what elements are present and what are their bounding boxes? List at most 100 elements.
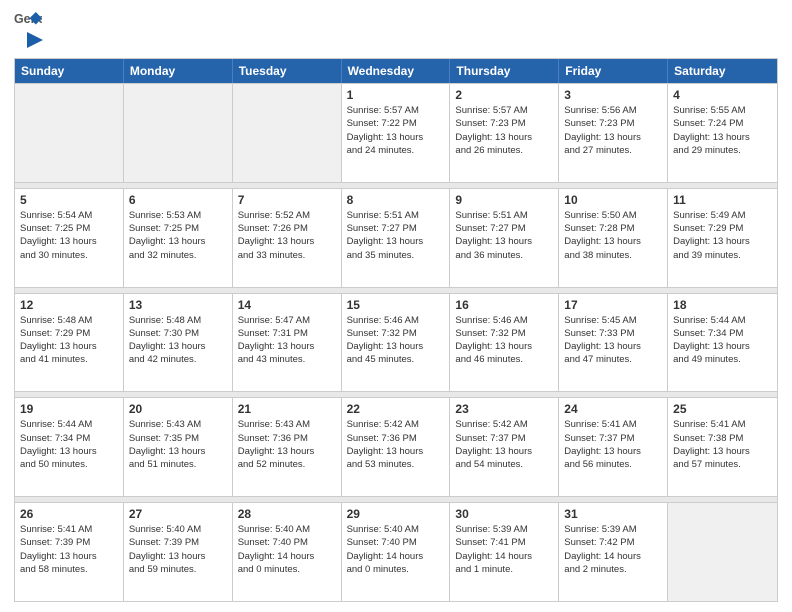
cell-line: Daylight: 13 hours [673, 445, 772, 458]
cell-line: Sunrise: 5:56 AM [564, 104, 662, 117]
day-number: 11 [673, 193, 772, 207]
day-number: 2 [455, 88, 553, 102]
calendar-cell: 26Sunrise: 5:41 AMSunset: 7:39 PMDayligh… [15, 503, 124, 601]
calendar-cell: 28Sunrise: 5:40 AMSunset: 7:40 PMDayligh… [233, 503, 342, 601]
cell-line: Daylight: 13 hours [673, 235, 772, 248]
cell-line: Sunset: 7:39 PM [20, 536, 118, 549]
calendar-header: SundayMondayTuesdayWednesdayThursdayFrid… [15, 59, 777, 83]
cell-details: Sunrise: 5:53 AMSunset: 7:25 PMDaylight:… [129, 209, 227, 262]
day-number: 30 [455, 507, 553, 521]
calendar-cell: 15Sunrise: 5:46 AMSunset: 7:32 PMDayligh… [342, 294, 451, 392]
cell-line: Sunrise: 5:40 AM [347, 523, 445, 536]
cell-line: Sunset: 7:27 PM [455, 222, 553, 235]
cell-details: Sunrise: 5:49 AMSunset: 7:29 PMDaylight:… [673, 209, 772, 262]
cell-details: Sunrise: 5:57 AMSunset: 7:23 PMDaylight:… [455, 104, 553, 157]
cell-line: Daylight: 13 hours [129, 340, 227, 353]
cell-line: Sunrise: 5:42 AM [455, 418, 553, 431]
day-number: 31 [564, 507, 662, 521]
calendar-cell: 4Sunrise: 5:55 AMSunset: 7:24 PMDaylight… [668, 84, 777, 182]
calendar: SundayMondayTuesdayWednesdayThursdayFrid… [14, 58, 778, 602]
cell-line: Daylight: 13 hours [20, 340, 118, 353]
calendar-cell: 3 Sunrise: 5:56 AMSunset: 7:23 PMDaylight… [559, 84, 668, 182]
day-number: 18 [673, 298, 772, 312]
cell-line: Sunset: 7:36 PM [347, 432, 445, 445]
cell-details: Sunrise: 5:47 AMSunset: 7:31 PMDaylight:… [238, 314, 336, 367]
cell-line: Sunrise: 5:57 AM [347, 104, 445, 117]
cell-line: Sunset: 7:25 PM [20, 222, 118, 235]
cell-line: Sunset: 7:42 PM [564, 536, 662, 549]
cell-line: and 27 minutes. [564, 144, 662, 157]
calendar-cell: 16Sunrise: 5:46 AMSunset: 7:32 PMDayligh… [450, 294, 559, 392]
cell-line: and 1 minute. [455, 563, 553, 576]
cell-line: Sunrise: 5:48 AM [20, 314, 118, 327]
cell-line: Sunset: 7:36 PM [238, 432, 336, 445]
calendar-cell [233, 84, 342, 182]
cell-line: Sunset: 7:30 PM [129, 327, 227, 340]
calendar-cell: 13Sunrise: 5:48 AMSunset: 7:30 PMDayligh… [124, 294, 233, 392]
cell-details: Sunrise: 5:54 AMSunset: 7:25 PMDaylight:… [20, 209, 118, 262]
cell-line: Sunrise: 5:45 AM [564, 314, 662, 327]
calendar-cell: 11 Sunrise: 5:49 AMSunset: 7:29 PMDayligh… [668, 189, 777, 287]
cell-line: and 33 minutes. [238, 249, 336, 262]
calendar-row: 12Sunrise: 5:48 AMSunset: 7:29 PMDayligh… [15, 293, 777, 392]
cell-details: Sunrise: 5:56 AMSunset: 7:23 PMDaylight:… [564, 104, 662, 157]
cell-line: and 24 minutes. [347, 144, 445, 157]
cell-line: and 30 minutes. [20, 249, 118, 262]
cell-line: Daylight: 13 hours [20, 445, 118, 458]
cell-details: Sunrise: 5:39 AMSunset: 7:42 PMDaylight:… [564, 523, 662, 576]
cell-line: Daylight: 13 hours [455, 340, 553, 353]
cell-line: Daylight: 14 hours [455, 550, 553, 563]
cell-line: Sunset: 7:38 PM [673, 432, 772, 445]
cell-line: Daylight: 13 hours [129, 235, 227, 248]
cell-line: Sunrise: 5:53 AM [129, 209, 227, 222]
cell-line: and 45 minutes. [347, 353, 445, 366]
cell-line: Daylight: 13 hours [20, 550, 118, 563]
cell-line: and 53 minutes. [347, 458, 445, 471]
cell-line: Sunrise: 5:43 AM [238, 418, 336, 431]
cell-line: Sunset: 7:32 PM [347, 327, 445, 340]
calendar-cell: 2 Sunrise: 5:57 AMSunset: 7:23 PMDaylight… [450, 84, 559, 182]
cell-line: and 50 minutes. [20, 458, 118, 471]
cell-line: Daylight: 13 hours [347, 131, 445, 144]
cell-line: and 41 minutes. [20, 353, 118, 366]
cell-line: Daylight: 13 hours [238, 340, 336, 353]
day-number: 29 [347, 507, 445, 521]
cell-line: Sunset: 7:28 PM [564, 222, 662, 235]
day-number: 23 [455, 402, 553, 416]
cell-line: Sunrise: 5:50 AM [564, 209, 662, 222]
calendar-cell: 20Sunrise: 5:43 AMSunset: 7:35 PMDayligh… [124, 398, 233, 496]
cell-line: Daylight: 13 hours [129, 445, 227, 458]
cell-line: Sunrise: 5:44 AM [20, 418, 118, 431]
cell-line: Sunrise: 5:46 AM [455, 314, 553, 327]
day-number: 4 [673, 88, 772, 102]
cell-line: Sunset: 7:23 PM [455, 117, 553, 130]
cell-line: Daylight: 13 hours [238, 235, 336, 248]
calendar-row: 5Sunrise: 5:54 AMSunset: 7:25 PMDaylight… [15, 188, 777, 287]
cell-details: Sunrise: 5:41 AMSunset: 7:38 PMDaylight:… [673, 418, 772, 471]
calendar-cell: 21Sunrise: 5:43 AMSunset: 7:36 PMDayligh… [233, 398, 342, 496]
cell-line: Sunrise: 5:42 AM [347, 418, 445, 431]
day-number: 12 [20, 298, 118, 312]
cell-line: and 0 minutes. [347, 563, 445, 576]
cell-line: Daylight: 13 hours [129, 550, 227, 563]
cell-line: Sunset: 7:35 PM [129, 432, 227, 445]
cell-line: Sunset: 7:37 PM [564, 432, 662, 445]
calendar-cell: 29Sunrise: 5:40 AMSunset: 7:40 PMDayligh… [342, 503, 451, 601]
cell-line: and 42 minutes. [129, 353, 227, 366]
cell-line: Sunset: 7:34 PM [20, 432, 118, 445]
cell-line: Sunrise: 5:39 AM [455, 523, 553, 536]
cell-line: and 59 minutes. [129, 563, 227, 576]
weekday-header: Saturday [668, 59, 777, 83]
calendar-cell: 31 Sunrise: 5:39 AMSunset: 7:42 PMDayligh… [559, 503, 668, 601]
weekday-header: Wednesday [342, 59, 451, 83]
day-number: 19 [20, 402, 118, 416]
cell-line: Daylight: 14 hours [238, 550, 336, 563]
calendar-cell: 6Sunrise: 5:53 AMSunset: 7:25 PMDaylight… [124, 189, 233, 287]
day-number: 15 [347, 298, 445, 312]
calendar-cell: 23Sunrise: 5:42 AMSunset: 7:37 PMDayligh… [450, 398, 559, 496]
cell-line: Daylight: 13 hours [564, 131, 662, 144]
cell-line: Sunset: 7:39 PM [129, 536, 227, 549]
cell-line: Sunset: 7:40 PM [238, 536, 336, 549]
page: General SundayMondayTuesdayWednesdayThur… [0, 0, 792, 612]
day-number: 3 [564, 88, 662, 102]
